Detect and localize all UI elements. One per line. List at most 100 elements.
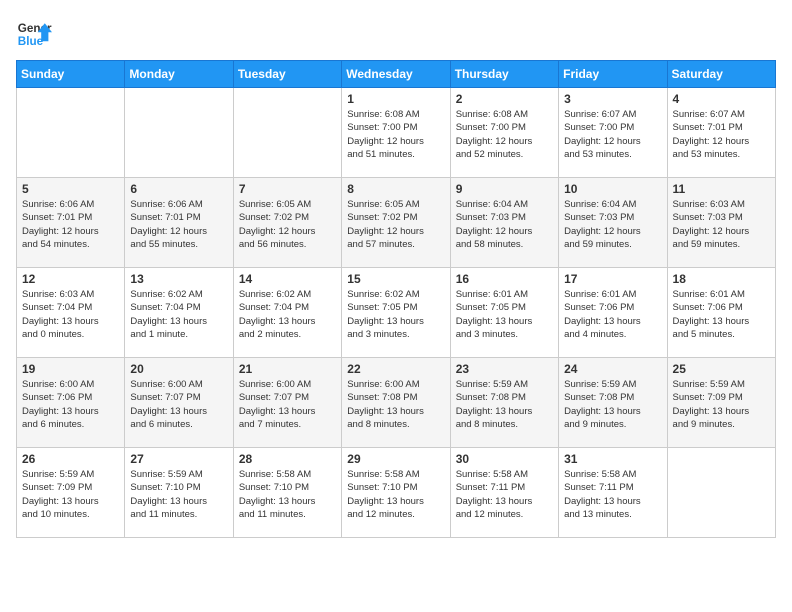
logo: General Blue <box>16 16 52 52</box>
cell-content: Sunrise: 6:08 AM Sunset: 7:00 PM Dayligh… <box>456 108 553 161</box>
cell-5-3: 28 Sunrise: 5:58 AM Sunset: 7:10 PM Dayli… <box>233 448 341 538</box>
cell-content: Sunrise: 6:03 AM Sunset: 7:04 PM Dayligh… <box>22 288 119 341</box>
cell-content: Sunrise: 6:02 AM Sunset: 7:04 PM Dayligh… <box>130 288 227 341</box>
cell-5-6: 31 Sunrise: 5:58 AM Sunset: 7:11 PM Dayli… <box>559 448 667 538</box>
header-tuesday: Tuesday <box>233 61 341 88</box>
day-number: 11 <box>673 182 770 196</box>
cell-3-2: 13 Sunrise: 6:02 AM Sunset: 7:04 PM Dayli… <box>125 268 233 358</box>
cell-content: Sunrise: 6:05 AM Sunset: 7:02 PM Dayligh… <box>347 198 444 251</box>
day-number: 30 <box>456 452 553 466</box>
cell-content: Sunrise: 6:00 AM Sunset: 7:06 PM Dayligh… <box>22 378 119 431</box>
day-number: 6 <box>130 182 227 196</box>
day-number: 24 <box>564 362 661 376</box>
day-number: 23 <box>456 362 553 376</box>
cell-1-3 <box>233 88 341 178</box>
cell-3-5: 16 Sunrise: 6:01 AM Sunset: 7:05 PM Dayli… <box>450 268 558 358</box>
cell-content: Sunrise: 5:59 AM Sunset: 7:08 PM Dayligh… <box>456 378 553 431</box>
day-number: 31 <box>564 452 661 466</box>
week-row-2: 5 Sunrise: 6:06 AM Sunset: 7:01 PM Daylig… <box>17 178 776 268</box>
header-row: SundayMondayTuesdayWednesdayThursdayFrid… <box>17 61 776 88</box>
header: General Blue <box>16 16 776 52</box>
week-row-1: 1 Sunrise: 6:08 AM Sunset: 7:00 PM Daylig… <box>17 88 776 178</box>
cell-3-4: 15 Sunrise: 6:02 AM Sunset: 7:05 PM Dayli… <box>342 268 450 358</box>
day-number: 7 <box>239 182 336 196</box>
cell-content: Sunrise: 6:01 AM Sunset: 7:05 PM Dayligh… <box>456 288 553 341</box>
day-number: 16 <box>456 272 553 286</box>
day-number: 27 <box>130 452 227 466</box>
cell-1-5: 2Sunrise: 6:08 AM Sunset: 7:00 PM Daylig… <box>450 88 558 178</box>
cell-content: Sunrise: 5:58 AM Sunset: 7:11 PM Dayligh… <box>456 468 553 521</box>
week-row-3: 12Sunrise: 6:03 AM Sunset: 7:04 PM Dayli… <box>17 268 776 358</box>
svg-text:Blue: Blue <box>18 35 44 48</box>
day-number: 9 <box>456 182 553 196</box>
cell-1-1 <box>17 88 125 178</box>
cell-content: Sunrise: 6:07 AM Sunset: 7:01 PM Dayligh… <box>673 108 770 161</box>
cell-content: Sunrise: 6:06 AM Sunset: 7:01 PM Dayligh… <box>130 198 227 251</box>
day-number: 25 <box>673 362 770 376</box>
cell-5-4: 29 Sunrise: 5:58 AM Sunset: 7:10 PM Dayli… <box>342 448 450 538</box>
header-monday: Monday <box>125 61 233 88</box>
cell-2-1: 5 Sunrise: 6:06 AM Sunset: 7:01 PM Daylig… <box>17 178 125 268</box>
header-saturday: Saturday <box>667 61 775 88</box>
cell-3-3: 14Sunrise: 6:02 AM Sunset: 7:04 PM Dayli… <box>233 268 341 358</box>
day-number: 22 <box>347 362 444 376</box>
cell-content: Sunrise: 6:00 AM Sunset: 7:08 PM Dayligh… <box>347 378 444 431</box>
day-number: 10 <box>564 182 661 196</box>
logo-icon: General Blue <box>16 16 52 52</box>
cell-1-2 <box>125 88 233 178</box>
cell-5-5: 30 Sunrise: 5:58 AM Sunset: 7:11 PM Dayli… <box>450 448 558 538</box>
day-number: 1 <box>347 92 444 106</box>
week-row-5: 26Sunrise: 5:59 AM Sunset: 7:09 PM Dayli… <box>17 448 776 538</box>
header-thursday: Thursday <box>450 61 558 88</box>
cell-5-1: 26Sunrise: 5:59 AM Sunset: 7:09 PM Dayli… <box>17 448 125 538</box>
cell-1-7: 4 Sunrise: 6:07 AM Sunset: 7:01 PM Daylig… <box>667 88 775 178</box>
cell-content: Sunrise: 6:04 AM Sunset: 7:03 PM Dayligh… <box>456 198 553 251</box>
day-number: 3 <box>564 92 661 106</box>
cell-4-5: 23 Sunrise: 5:59 AM Sunset: 7:08 PM Dayli… <box>450 358 558 448</box>
cell-4-3: 21 Sunrise: 6:00 AM Sunset: 7:07 PM Dayli… <box>233 358 341 448</box>
cell-5-2: 27Sunrise: 5:59 AM Sunset: 7:10 PM Dayli… <box>125 448 233 538</box>
cell-4-6: 24Sunrise: 5:59 AM Sunset: 7:08 PM Dayli… <box>559 358 667 448</box>
day-number: 18 <box>673 272 770 286</box>
cell-2-6: 10 Sunrise: 6:04 AM Sunset: 7:03 PM Dayli… <box>559 178 667 268</box>
header-friday: Friday <box>559 61 667 88</box>
cell-4-2: 20Sunrise: 6:00 AM Sunset: 7:07 PM Dayli… <box>125 358 233 448</box>
cell-content: Sunrise: 6:03 AM Sunset: 7:03 PM Dayligh… <box>673 198 770 251</box>
cell-content: Sunrise: 6:07 AM Sunset: 7:00 PM Dayligh… <box>564 108 661 161</box>
cell-2-7: 11 Sunrise: 6:03 AM Sunset: 7:03 PM Dayli… <box>667 178 775 268</box>
cell-content: Sunrise: 6:08 AM Sunset: 7:00 PM Dayligh… <box>347 108 444 161</box>
cell-content: Sunrise: 6:01 AM Sunset: 7:06 PM Dayligh… <box>564 288 661 341</box>
header-sunday: Sunday <box>17 61 125 88</box>
cell-2-4: 8Sunrise: 6:05 AM Sunset: 7:02 PM Daylig… <box>342 178 450 268</box>
day-number: 19 <box>22 362 119 376</box>
cell-4-1: 19 Sunrise: 6:00 AM Sunset: 7:06 PM Dayli… <box>17 358 125 448</box>
cell-content: Sunrise: 5:58 AM Sunset: 7:11 PM Dayligh… <box>564 468 661 521</box>
cell-content: Sunrise: 6:04 AM Sunset: 7:03 PM Dayligh… <box>564 198 661 251</box>
day-number: 13 <box>130 272 227 286</box>
cell-1-6: 3 Sunrise: 6:07 AM Sunset: 7:00 PM Daylig… <box>559 88 667 178</box>
cell-content: Sunrise: 6:00 AM Sunset: 7:07 PM Dayligh… <box>239 378 336 431</box>
day-number: 20 <box>130 362 227 376</box>
cell-content: Sunrise: 6:02 AM Sunset: 7:05 PM Dayligh… <box>347 288 444 341</box>
day-number: 4 <box>673 92 770 106</box>
day-number: 17 <box>564 272 661 286</box>
cell-4-4: 22 Sunrise: 6:00 AM Sunset: 7:08 PM Dayli… <box>342 358 450 448</box>
day-number: 21 <box>239 362 336 376</box>
cell-content: Sunrise: 5:58 AM Sunset: 7:10 PM Dayligh… <box>347 468 444 521</box>
day-number: 5 <box>22 182 119 196</box>
cell-4-7: 25 Sunrise: 5:59 AM Sunset: 7:09 PM Dayli… <box>667 358 775 448</box>
cell-content: Sunrise: 6:05 AM Sunset: 7:02 PM Dayligh… <box>239 198 336 251</box>
cell-2-3: 7 Sunrise: 6:05 AM Sunset: 7:02 PM Daylig… <box>233 178 341 268</box>
cell-content: Sunrise: 6:02 AM Sunset: 7:04 PM Dayligh… <box>239 288 336 341</box>
header-wednesday: Wednesday <box>342 61 450 88</box>
day-number: 29 <box>347 452 444 466</box>
day-number: 28 <box>239 452 336 466</box>
day-number: 15 <box>347 272 444 286</box>
cell-content: Sunrise: 5:59 AM Sunset: 7:09 PM Dayligh… <box>673 378 770 431</box>
cell-2-2: 6 Sunrise: 6:06 AM Sunset: 7:01 PM Daylig… <box>125 178 233 268</box>
cell-5-7 <box>667 448 775 538</box>
cell-content: Sunrise: 6:06 AM Sunset: 7:01 PM Dayligh… <box>22 198 119 251</box>
cell-content: Sunrise: 6:01 AM Sunset: 7:06 PM Dayligh… <box>673 288 770 341</box>
day-number: 26 <box>22 452 119 466</box>
cell-content: Sunrise: 5:58 AM Sunset: 7:10 PM Dayligh… <box>239 468 336 521</box>
